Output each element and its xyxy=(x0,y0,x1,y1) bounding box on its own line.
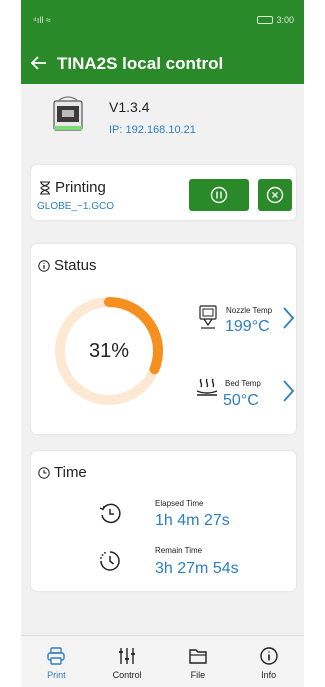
time-card: Time Elapsed Time 1h 4m 27s Remain Time … xyxy=(31,451,296,591)
bottom-nav: Print Control File Info xyxy=(21,635,304,687)
bed-temp-value: 50°C xyxy=(223,392,259,409)
sliders-icon xyxy=(119,648,136,664)
back-button[interactable] xyxy=(21,54,57,74)
status-card: Status 31% Nozzle Temp 199°C Bed Temp 50… xyxy=(31,244,296,434)
folder-icon xyxy=(189,649,207,664)
remain-time-value: 3h 27m 54s xyxy=(155,560,239,577)
battery-indicator: 3:00 xyxy=(257,15,294,25)
app-bar: TINA2S local control xyxy=(21,44,304,84)
stop-button[interactable] xyxy=(258,179,292,211)
status-bar: ⁴ıll ≈ 3:00 xyxy=(21,0,304,44)
device-ip: IP: 192.168.10.21 xyxy=(109,124,196,136)
nav-print[interactable]: Print xyxy=(21,636,92,687)
device-info: V1.3.4 IP: 192.168.10.21 xyxy=(21,84,304,158)
bed-chevron-right-icon[interactable] xyxy=(281,379,295,403)
nav-file[interactable]: File xyxy=(163,636,234,687)
hourglass-icon xyxy=(40,180,50,195)
timer-icon xyxy=(100,551,120,571)
print-job-title: Printing xyxy=(39,179,106,196)
firmware-version: V1.3.4 xyxy=(109,99,150,115)
status-header: Status xyxy=(38,257,97,274)
history-icon xyxy=(99,503,121,524)
pause-icon xyxy=(210,186,228,204)
bed-temp-label: Bed Temp xyxy=(225,379,261,388)
time-header: Time xyxy=(38,464,87,481)
print-status-label: Printing xyxy=(55,179,106,196)
signal-indicator: ⁴ıll ≈ xyxy=(33,15,51,25)
elapsed-time-label: Elapsed Time xyxy=(155,499,204,508)
arrow-left-icon xyxy=(30,56,46,70)
printer-icon xyxy=(47,647,66,665)
clock: 3:00 xyxy=(276,15,294,25)
nav-control-label: Control xyxy=(112,670,142,680)
stop-icon xyxy=(266,186,284,204)
nav-control[interactable]: Control xyxy=(92,636,163,687)
remain-time-label: Remain Time xyxy=(155,546,203,555)
nozzle-icon xyxy=(199,305,217,329)
nav-print-label: Print xyxy=(47,670,66,680)
nav-file-label: File xyxy=(190,670,206,680)
print-job-card: Printing GLOBE_~1.GCO xyxy=(31,165,296,220)
app-title: TINA2S local control xyxy=(57,54,224,73)
print-filename: GLOBE_~1.GCO xyxy=(37,201,114,212)
pause-button[interactable] xyxy=(189,179,249,211)
nozzle-temp-value: 199°C xyxy=(225,318,270,335)
elapsed-time-value: 1h 4m 27s xyxy=(155,512,230,529)
status-title: Status xyxy=(54,257,97,274)
printer-icon xyxy=(53,96,83,131)
info-icon xyxy=(259,647,278,665)
battery-icon xyxy=(257,16,274,24)
progress-percent: 31% xyxy=(88,339,130,362)
nav-info[interactable]: Info xyxy=(233,636,304,687)
nav-info-label: Info xyxy=(261,670,277,680)
phone-screen: ⁴ıll ≈ 3:00 TINA2S local control V1.3.4 … xyxy=(21,0,304,687)
nozzle-temp-label: Nozzle Temp xyxy=(226,306,273,315)
bed-heat-icon xyxy=(196,378,218,396)
time-title: Time xyxy=(54,464,87,481)
nozzle-chevron-right-icon[interactable] xyxy=(281,306,295,330)
clock-icon xyxy=(38,466,50,479)
info-icon xyxy=(38,259,50,272)
